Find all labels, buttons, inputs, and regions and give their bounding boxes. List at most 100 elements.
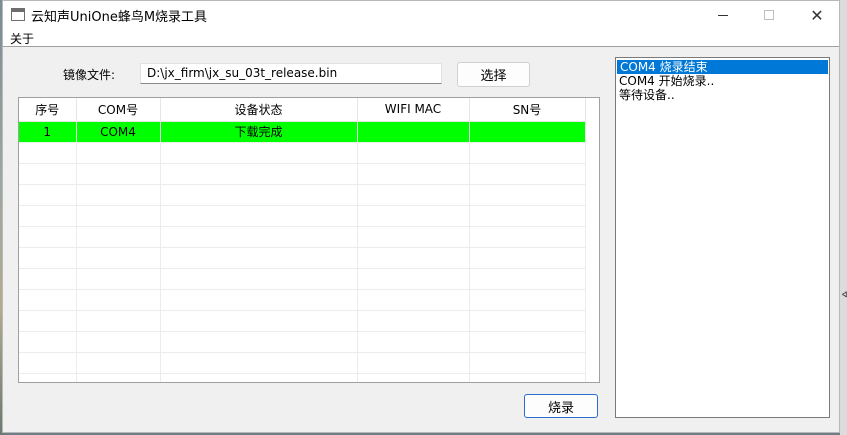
log-list[interactable]: COM4 烧录结束 COM4 开始烧录.. 等待设备..	[615, 57, 830, 418]
empty-cell	[469, 163, 586, 185]
menu-about[interactable]: 关于	[10, 30, 34, 47]
empty-table-row	[19, 247, 586, 269]
minimize-icon	[718, 14, 728, 16]
empty-cell	[19, 184, 77, 206]
header-wifi-mac[interactable]: WIFI MAC	[357, 98, 470, 122]
empty-cell	[357, 352, 470, 374]
empty-cell	[76, 247, 161, 269]
empty-cell	[19, 226, 77, 248]
empty-cell	[19, 142, 77, 164]
empty-cell	[160, 310, 358, 332]
image-file-label: 镜像文件:	[63, 68, 116, 82]
empty-table-row	[19, 142, 586, 164]
empty-cell	[76, 226, 161, 248]
empty-cell	[160, 247, 358, 269]
empty-table-row	[19, 184, 586, 206]
header-index[interactable]: 序号	[19, 98, 77, 122]
empty-cell	[357, 268, 470, 290]
empty-cell	[357, 226, 470, 248]
empty-table-row	[19, 331, 586, 353]
empty-cell	[19, 268, 77, 290]
title-bar: 云知声UniOne蜂鸟M烧录工具 ✕	[3, 1, 839, 29]
app-window-icon	[11, 8, 25, 21]
empty-cell	[469, 142, 586, 164]
empty-cell	[19, 373, 77, 382]
empty-table-row	[19, 205, 586, 227]
header-status[interactable]: 设备状态	[160, 98, 358, 122]
menu-bar: 关于	[3, 29, 839, 47]
empty-cell	[469, 289, 586, 311]
close-button[interactable]: ✕	[794, 1, 840, 29]
empty-cell	[469, 268, 586, 290]
image-file-path-input[interactable]: D:\jx_firm\jx_su_03t_release.bin	[140, 63, 442, 84]
empty-table-row	[19, 373, 586, 382]
desktop-background-right: ∢	[840, 0, 847, 435]
empty-table-row	[19, 226, 586, 248]
empty-cell	[76, 163, 161, 185]
empty-cell	[469, 205, 586, 227]
empty-cell	[19, 163, 77, 185]
empty-cell	[160, 268, 358, 290]
empty-cell	[19, 289, 77, 311]
select-file-button[interactable]: 选择	[457, 62, 530, 87]
empty-cell	[160, 373, 358, 382]
empty-cell	[357, 373, 470, 382]
cell-com: COM4	[76, 121, 161, 143]
table-row[interactable]: 1 COM4 下载完成	[19, 121, 586, 143]
empty-cell	[19, 352, 77, 374]
empty-cell	[357, 310, 470, 332]
maximize-icon	[764, 10, 774, 20]
empty-cell	[19, 331, 77, 353]
log-item[interactable]: COM4 烧录结束	[617, 60, 828, 74]
maximize-button[interactable]	[746, 1, 792, 29]
empty-cell	[76, 184, 161, 206]
cell-sn	[469, 121, 586, 143]
app-window: 云知声UniOne蜂鸟M烧录工具 ✕ 关于 镜像文件: D:\jx_firm\j…	[2, 0, 840, 433]
empty-cell	[160, 331, 358, 353]
empty-cell	[19, 205, 77, 227]
empty-cell	[469, 373, 586, 382]
empty-cell	[357, 247, 470, 269]
empty-cell	[357, 142, 470, 164]
minimize-button[interactable]	[700, 1, 746, 29]
empty-cell	[160, 142, 358, 164]
cell-index: 1	[19, 121, 77, 143]
device-table: 序号 COM号 设备状态 WIFI MAC SN号 1 COM4 下载完成	[18, 97, 600, 383]
close-icon: ✕	[810, 5, 824, 25]
cell-wifi-mac	[357, 121, 470, 143]
empty-cell	[160, 226, 358, 248]
header-com[interactable]: COM号	[76, 98, 161, 122]
empty-cell	[19, 247, 77, 269]
empty-cell	[76, 268, 161, 290]
empty-table-row	[19, 163, 586, 185]
log-item[interactable]: COM4 开始烧录..	[616, 74, 829, 88]
empty-cell	[76, 142, 161, 164]
log-item[interactable]: 等待设备..	[616, 88, 829, 102]
empty-table-row	[19, 310, 586, 332]
empty-cell	[469, 226, 586, 248]
empty-cell	[469, 184, 586, 206]
empty-cell	[19, 310, 77, 332]
empty-cell	[76, 289, 161, 311]
empty-cell	[160, 163, 358, 185]
empty-cell	[469, 331, 586, 353]
empty-cell	[76, 331, 161, 353]
empty-cell	[76, 352, 161, 374]
empty-table-row	[19, 289, 586, 311]
empty-cell	[76, 310, 161, 332]
empty-table-row	[19, 352, 586, 374]
empty-cell	[160, 352, 358, 374]
empty-cell	[76, 373, 161, 382]
empty-cell	[357, 184, 470, 206]
empty-cell	[469, 352, 586, 374]
window-title: 云知声UniOne蜂鸟M烧录工具	[31, 10, 208, 25]
table-header-row: 序号 COM号 设备状态 WIFI MAC SN号	[19, 98, 586, 122]
cell-status: 下载完成	[160, 121, 358, 143]
empty-cell	[469, 247, 586, 269]
burn-button[interactable]: 烧录	[524, 394, 598, 418]
empty-cell	[76, 205, 161, 227]
header-sn[interactable]: SN号	[469, 98, 586, 122]
empty-cell	[160, 205, 358, 227]
empty-cell	[469, 310, 586, 332]
empty-table-row	[19, 268, 586, 290]
